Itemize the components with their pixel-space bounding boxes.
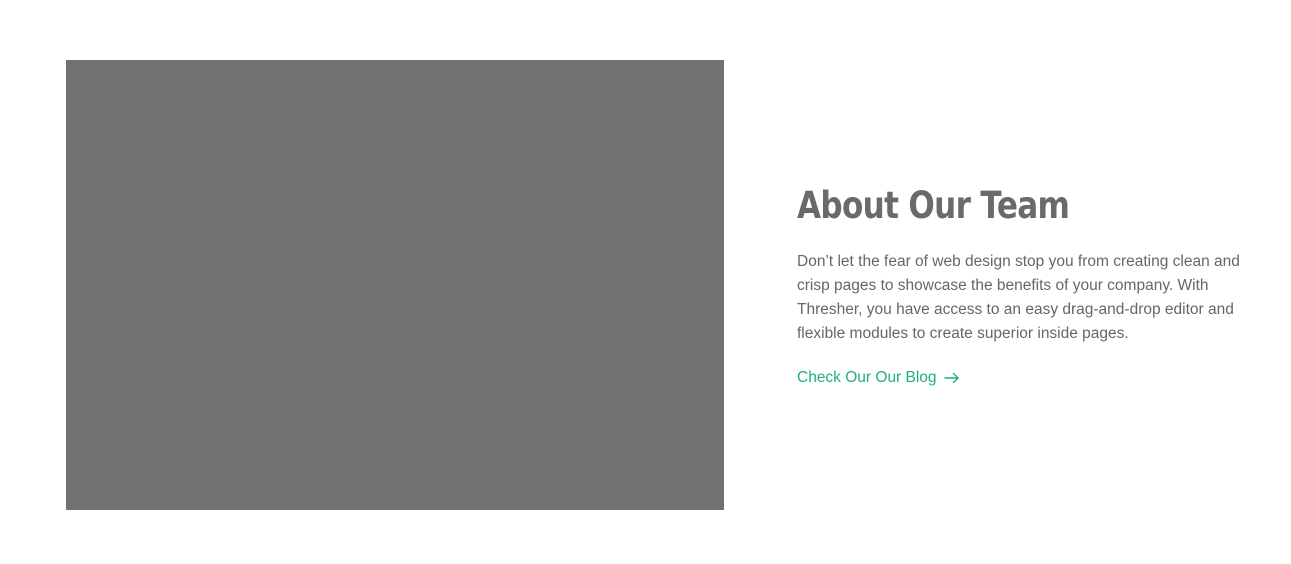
about-section: About Our Team Don’t let the fear of web… [0, 0, 1291, 564]
section-description: Don’t let the fear of web design stop yo… [797, 253, 1240, 342]
section-title: About Our Team [797, 184, 1070, 227]
blog-link[interactable]: Check Our Our Blog [797, 366, 960, 390]
arrow-right-icon [943, 372, 960, 384]
image-placeholder [66, 60, 724, 510]
blog-link-label: Check Our Our Blog [797, 369, 937, 386]
about-content: About Our Team Don’t let the fear of web… [797, 182, 1257, 390]
